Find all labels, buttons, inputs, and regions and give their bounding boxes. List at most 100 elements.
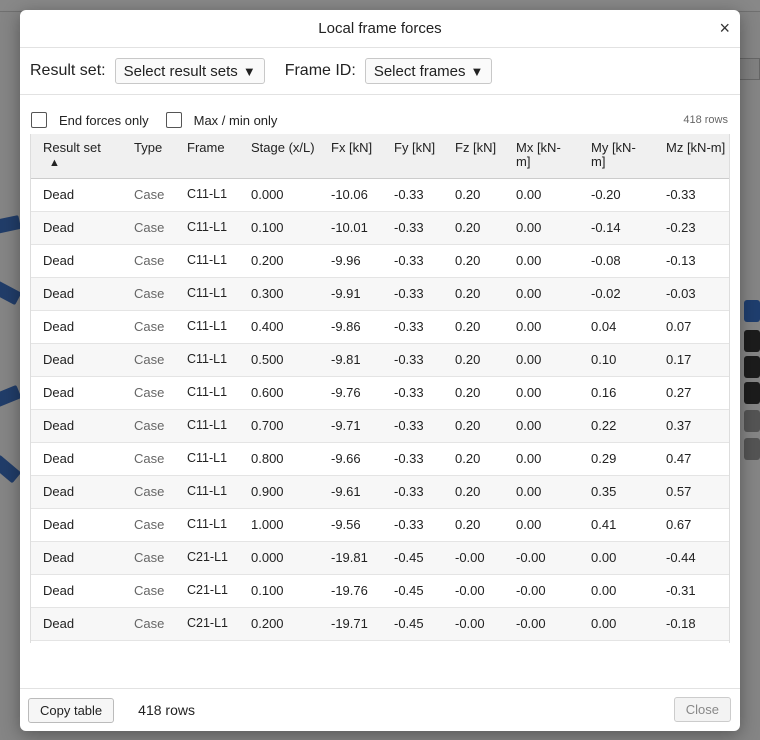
sort-ascending-icon: ▲	[49, 157, 60, 169]
local-frame-forces-dialog: Local frame forces × Result set: Select …	[20, 10, 740, 731]
cell-frame: C21-L1	[175, 607, 239, 641]
table-row[interactable]: Dead Case C11-L1 0.500 -9.81 -0.33 0.20 0.00 0.1…	[31, 343, 729, 377]
column-header-result-set[interactable]: Result set ▲	[31, 134, 122, 179]
cell-stage: 0.300	[239, 277, 319, 311]
cell-stage: 0.400	[239, 310, 319, 344]
table-row[interactable]: Dead Case C11-L1 0.600 -9.76 -0.33 0.20 0.00 0.1…	[31, 376, 729, 410]
cell-my: -0.02	[579, 277, 654, 311]
cell-my: 0.00	[579, 607, 654, 641]
copy-table-button[interactable]: Copy table	[28, 697, 115, 723]
cell-fz: 0.20	[443, 211, 504, 245]
cell-mz: 0.57	[654, 475, 729, 509]
table-row[interactable]: Dead Case C11-L1 1.000 -9.56 -0.33 0.20 0.00 0.4…	[31, 508, 729, 542]
cell-mx: 0.00	[504, 178, 579, 212]
column-header-mz[interactable]: Mz [kN-m]	[654, 134, 729, 179]
table-row[interactable]: Dead Case C21-L1 0.200 -19.71 -0.45 -0.00 -0.00…	[31, 607, 729, 641]
cell-stage: 0.500	[239, 343, 319, 377]
cell-stage: 0.800	[239, 442, 319, 476]
table-row[interactable]: Dead Case C21-L1 0.000 -19.81 -0.45 -0.00 -0.00…	[31, 541, 729, 575]
table-options: End forces only Max / min only 418 rows	[20, 103, 740, 137]
cell-fy: -0.45	[382, 574, 443, 608]
table-row[interactable]: Dead Case C21-L1 0.100 -19.76 -0.45 -0.00 -0.00…	[31, 574, 729, 608]
table-row[interactable]: Dead Case C11-L1 0.700 -9.71 -0.33 0.20 0.00 0.2…	[31, 409, 729, 443]
cell-mz: -0.03	[654, 277, 729, 311]
cell-mx: 0.00	[504, 508, 579, 542]
column-header-mx[interactable]: Mx [kN-m]	[504, 134, 579, 179]
table-header-row: Result set ▲ Type Frame Stage (x/L) Fx [k…	[31, 134, 729, 179]
cell-frame: C11-L1	[175, 343, 239, 377]
table-row[interactable]: Dead Case C11-L1 0.800 -9.66 -0.33 0.20 0.00 0.2…	[31, 442, 729, 476]
column-header-frame[interactable]: Frame	[175, 134, 239, 179]
cell-fy: -0.33	[382, 244, 443, 278]
cell-my: 0.35	[579, 475, 654, 509]
close-icon[interactable]: ×	[719, 18, 730, 38]
table-row[interactable]: Dead Case C11-L1 0.300 -9.91 -0.33 0.20 0.00 -0.…	[31, 277, 729, 311]
result-set-label: Result set:	[30, 62, 106, 79]
cell-fy: -0.33	[382, 508, 443, 542]
cell-fy: -0.33	[382, 409, 443, 443]
cell-fz: 0.20	[443, 409, 504, 443]
column-header-fy[interactable]: Fy [kN]	[382, 134, 443, 179]
cell-fx: -10.01	[319, 211, 382, 245]
cell-result-set: Dead	[31, 277, 122, 311]
result-set-select[interactable]: Select result sets ▼	[114, 58, 265, 84]
column-header-stage[interactable]: Stage (x/L)	[239, 134, 319, 179]
close-button[interactable]: Close	[673, 697, 731, 722]
results-table-container[interactable]: Result set ▲ Type Frame Stage (x/L) Fx [k…	[30, 134, 730, 643]
cell-mz: 0.47	[654, 442, 729, 476]
table-body: Dead Case C11-L1 0.000 -10.06 -0.33 0.20 0.00 -0…	[31, 178, 729, 641]
cell-frame: C11-L1	[175, 475, 239, 509]
cell-fz: 0.20	[443, 376, 504, 410]
caret-down-icon: ▼	[242, 63, 256, 79]
cell-fx: -9.71	[319, 409, 382, 443]
cell-mz: 0.37	[654, 409, 729, 443]
cell-fx: -9.56	[319, 508, 382, 542]
table-row[interactable]: Dead Case C11-L1 0.400 -9.86 -0.33 0.20 0.00 0.0…	[31, 310, 729, 344]
column-header-my[interactable]: My [kN-m]	[579, 134, 654, 179]
column-header-type[interactable]: Type	[122, 134, 175, 179]
caret-down-icon: ▼	[470, 63, 484, 79]
table-row[interactable]: Dead Case C11-L1 0.900 -9.61 -0.33 0.20 0.00 0.3…	[31, 475, 729, 509]
table-row[interactable]: Dead Case C11-L1 0.000 -10.06 -0.33 0.20 0.00 -0…	[31, 178, 729, 212]
cell-fz: -0.00	[443, 541, 504, 575]
table-row[interactable]: Dead Case C11-L1 0.200 -9.96 -0.33 0.20 0.00 -0.…	[31, 244, 729, 278]
cell-type: Case	[122, 541, 175, 575]
max-min-only-checkbox[interactable]	[165, 112, 182, 128]
cell-mz: 0.27	[654, 376, 729, 410]
result-set-select-text: Select result sets	[123, 62, 238, 80]
cell-mx: 0.00	[504, 310, 579, 344]
cell-frame: C11-L1	[175, 310, 239, 344]
column-header-result-set-label: Result set	[43, 140, 101, 155]
cell-my: 0.41	[579, 508, 654, 542]
cell-fz: -0.00	[443, 574, 504, 608]
cell-result-set: Dead	[31, 211, 122, 245]
cell-mx: -0.00	[504, 574, 579, 608]
table-row[interactable]: Dead Case C11-L1 0.100 -10.01 -0.33 0.20 0.00 -0…	[31, 211, 729, 245]
cell-frame: C11-L1	[175, 409, 239, 443]
cell-type: Case	[122, 574, 175, 608]
end-forces-only-checkbox[interactable]	[31, 112, 47, 128]
cell-result-set: Dead	[31, 607, 122, 641]
cell-my: 0.22	[579, 409, 654, 443]
cell-my: 0.16	[579, 376, 654, 410]
cell-type: Case	[122, 442, 175, 476]
cell-frame: C11-L1	[175, 211, 239, 245]
cell-stage: 0.200	[239, 607, 319, 641]
dialog-header: Local frame forces ×	[20, 10, 740, 48]
cell-fx: -9.96	[319, 244, 382, 278]
frame-id-select-text: Select frames	[373, 62, 466, 80]
cell-fy: -0.33	[382, 376, 443, 410]
cell-fz: 0.20	[443, 277, 504, 311]
cell-mx: 0.00	[504, 409, 579, 443]
column-header-fx[interactable]: Fx [kN]	[319, 134, 382, 179]
cell-fx: -19.71	[319, 607, 382, 641]
cell-my: 0.29	[579, 442, 654, 476]
cell-type: Case	[122, 244, 175, 278]
frame-id-select[interactable]: Select frames ▼	[364, 58, 493, 84]
cell-frame: C11-L1	[175, 508, 239, 542]
cell-type: Case	[122, 409, 175, 443]
dialog-footer: Copy table 418 rows Close	[20, 688, 740, 731]
column-header-fz[interactable]: Fz [kN]	[443, 134, 504, 179]
cell-mx: -0.00	[504, 607, 579, 641]
cell-fz: 0.20	[443, 508, 504, 542]
